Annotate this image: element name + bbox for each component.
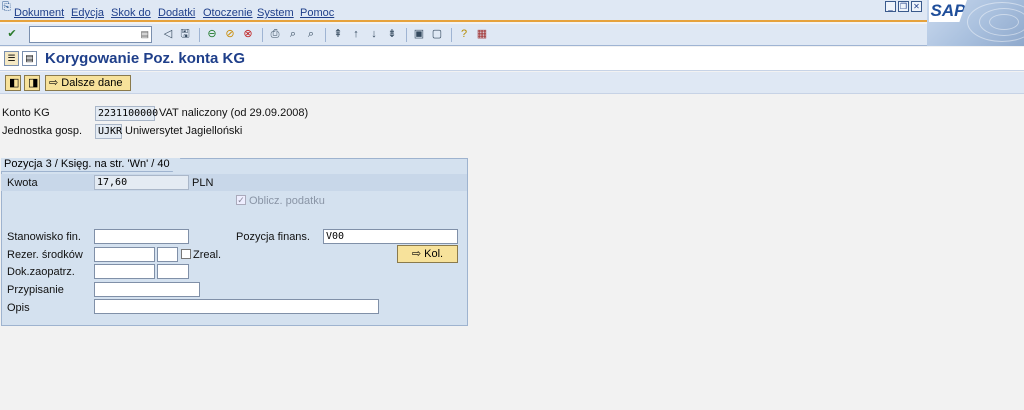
find-next-icon[interactable]: ⌕ xyxy=(304,27,318,41)
assignment-input[interactable] xyxy=(94,282,200,297)
purchasing-doc-input[interactable] xyxy=(94,264,155,279)
cost-center-label: Stanowisko fin. xyxy=(7,231,81,243)
menu-skok-do[interactable]: Skok do xyxy=(111,7,151,19)
assignment-label: Przypisanie xyxy=(7,284,64,296)
command-field[interactable]: ▤ xyxy=(29,26,152,43)
next-page-icon[interactable]: ↓ xyxy=(367,27,381,41)
more-data-button[interactable]: ⇨ Dalsze dane xyxy=(45,75,131,91)
find-icon[interactable]: ⌕ xyxy=(286,27,300,41)
fin-position-label: Pozycja finans. xyxy=(236,231,310,243)
fin-position-input[interactable]: V00 xyxy=(323,229,458,244)
app-menu-icon[interactable]: ⎘ xyxy=(2,2,14,13)
save-icon[interactable]: 🖫 xyxy=(178,27,192,41)
amount-row xyxy=(1,174,467,191)
layout-menu-icon[interactable]: ▦ xyxy=(475,27,489,41)
menu-system[interactable]: System xyxy=(257,7,294,19)
next-item-icon[interactable]: ◨ xyxy=(24,75,40,91)
company-code-value: UJKR xyxy=(95,124,122,139)
create-session-icon[interactable]: ▣ xyxy=(412,27,426,41)
company-code-desc: Uniwersytet Jagielloński xyxy=(125,125,243,137)
currency-label: PLN xyxy=(192,177,214,189)
earmarked-item-input[interactable] xyxy=(157,247,178,262)
collapse-icon[interactable]: ◁ xyxy=(161,27,175,41)
cancel-icon[interactable]: ⊗ xyxy=(241,27,255,41)
realized-label: Zreal. xyxy=(193,249,222,261)
help-icon[interactable]: ? xyxy=(457,27,471,41)
text-input[interactable] xyxy=(94,299,379,314)
system-toolbar: ✔ ▤ ◁ 🖫 ⊖ ⊘ ⊗ ⎙ ⌕ ⌕ ⇞ ↑ ↓ ⇟ ▣ ▢ ? ▦ xyxy=(0,24,927,46)
arrow-right-icon: ⇨ xyxy=(411,248,422,260)
kol-button-label: Kol. xyxy=(424,248,444,260)
exit-icon[interactable]: ⊘ xyxy=(223,27,237,41)
earmarked-funds-input[interactable] xyxy=(94,247,155,262)
shortcut-icon[interactable]: ▢ xyxy=(430,27,444,41)
more-data-label: Dalsze dane xyxy=(61,77,123,89)
purchasing-doc-label: Dok.zaopatrz. xyxy=(7,266,75,278)
amount-label: Kwota xyxy=(7,177,38,189)
menu-edycja[interactable]: Edycja xyxy=(71,7,104,19)
arrow-right-icon: ⇨ xyxy=(49,77,59,89)
gl-account-label: Konto KG xyxy=(2,107,50,119)
purchasing-doc-item-input[interactable] xyxy=(157,264,189,279)
sap-logo-text: SAP xyxy=(929,0,967,22)
print-icon[interactable]: ⎙ xyxy=(268,27,282,41)
gl-account-desc: VAT naliczony (od 29.09.2008) xyxy=(159,107,309,119)
notes-icon[interactable]: ▤ xyxy=(22,51,37,66)
cost-center-input[interactable] xyxy=(94,229,189,244)
calc-tax-label: Oblicz. podatku xyxy=(249,195,325,207)
restore-icon[interactable]: ❐ xyxy=(898,1,909,12)
amount-value: 17,60 xyxy=(94,175,189,190)
page-title: Korygowanie Poz. konta KG xyxy=(45,50,246,67)
previous-page-icon[interactable]: ↑ xyxy=(349,27,363,41)
back-icon[interactable]: ⊖ xyxy=(205,27,219,41)
menu-otoczenie[interactable]: Otoczenie xyxy=(203,7,253,19)
first-page-icon[interactable]: ⇞ xyxy=(331,27,345,41)
menu-dodatki[interactable]: Dodatki xyxy=(158,7,195,19)
calc-tax-checkbox: ✓ xyxy=(236,195,246,205)
enter-icon[interactable]: ✔ xyxy=(5,27,19,41)
minimize-icon[interactable]: _ xyxy=(885,1,896,12)
menu-bar: ⎘ Dokument Edycja Skok do Dodatki Otocze… xyxy=(0,0,1024,22)
previous-item-icon[interactable]: ◧ xyxy=(5,75,21,91)
sap-logo: SAP xyxy=(927,0,1024,46)
menu-dokument[interactable]: Dokument xyxy=(14,7,64,19)
application-toolbar: ◧ ◨ ⇨ Dalsze dane xyxy=(0,72,1024,94)
realized-checkbox[interactable] xyxy=(181,249,191,259)
title-bar: ☰ ▤ Korygowanie Poz. konta KG xyxy=(0,47,1024,71)
text-label: Opis xyxy=(7,302,30,314)
last-page-icon[interactable]: ⇟ xyxy=(385,27,399,41)
item-group-title: Pozycja 3 / Księg. na str. 'Wn' / 40 xyxy=(1,158,181,172)
company-code-label: Jednostka gosp. xyxy=(2,125,83,137)
menu-pomoc[interactable]: Pomoc xyxy=(300,7,334,19)
document-overview-icon[interactable]: ☰ xyxy=(4,51,19,66)
window-controls: _ ❐ ✕ xyxy=(885,1,922,12)
close-icon[interactable]: ✕ xyxy=(911,1,922,12)
command-dropdown-icon[interactable]: ▤ xyxy=(140,29,149,40)
earmarked-funds-label: Rezer. środków xyxy=(7,249,83,261)
kol-button[interactable]: ⇨ Kol. xyxy=(397,245,458,263)
gl-account-value: 2231100000 xyxy=(95,106,158,121)
